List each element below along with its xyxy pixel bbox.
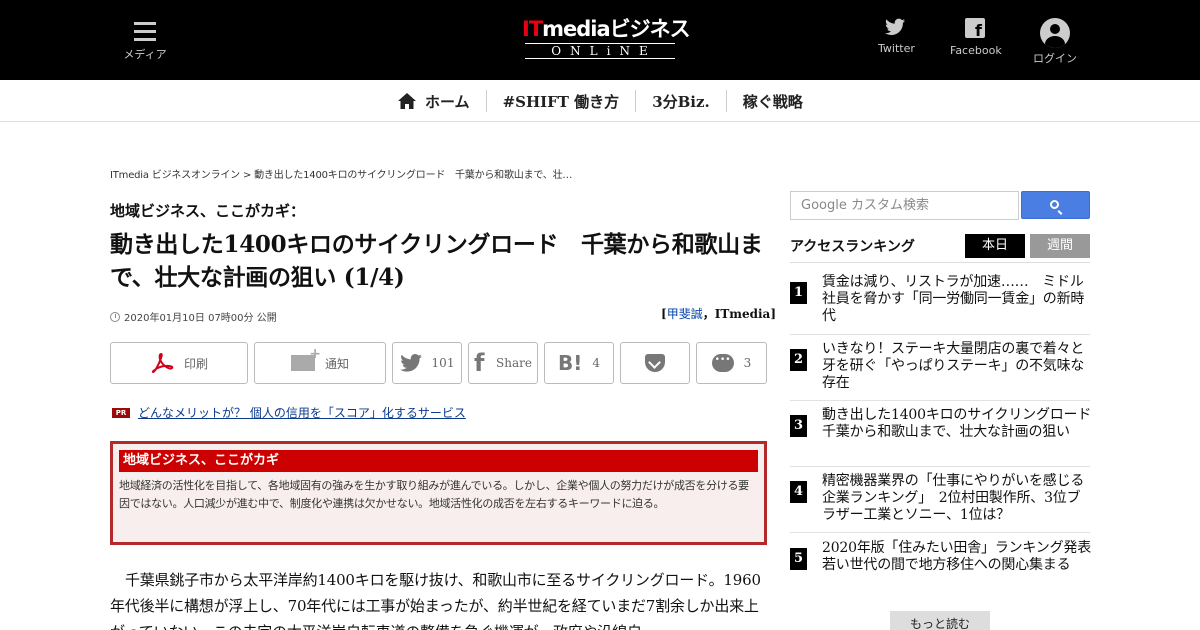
- nav-item-shift[interactable]: #SHIFT 働き方: [485, 90, 636, 112]
- facebook-icon: [965, 18, 985, 40]
- main-nav: ホーム #SHIFT 働き方 3分Biz. 稼ぐ戦略: [0, 80, 1200, 122]
- search-icon: [1050, 200, 1059, 209]
- hatena-bookmark-button[interactable]: B! 4: [544, 342, 614, 384]
- notify-mail-icon: [290, 346, 321, 371]
- ranking-number: 4: [790, 481, 807, 503]
- print-label: 印刷: [183, 356, 208, 371]
- ranking-item[interactable]: 3 動き出した1400キロのサイクリングロード 千葉から和歌山まで、壮大な計画の…: [790, 407, 1105, 463]
- nav-shift-label: #SHIFT 働き方: [502, 92, 620, 111]
- nav-item-3minbiz[interactable]: 3分Biz.: [635, 90, 726, 112]
- publish-date-text: 2020年01月10日 07時00分 公開: [124, 313, 277, 324]
- author-rest: ，ITmedia]: [702, 307, 776, 321]
- facebook-share-label: Share: [496, 356, 532, 370]
- ranking-separator: [790, 532, 1090, 533]
- twitter-link[interactable]: Twitter: [878, 18, 915, 55]
- login-button[interactable]: ログイン: [1030, 18, 1080, 66]
- ranking-title: アクセスランキング: [790, 239, 915, 255]
- comment-count: 3: [743, 356, 752, 370]
- tab-weekly[interactable]: 週間: [1030, 234, 1090, 258]
- ranking-item[interactable]: 4 精密機器業界の「仕事にやりがいを感じる企業ランキング」 2位村田製作所、3位…: [790, 473, 1090, 529]
- twitter-label: Twitter: [878, 42, 915, 55]
- hamburger-menu-icon: [134, 22, 156, 42]
- logo-media-text: mediaビジネス: [542, 17, 691, 41]
- article-body-paragraph: 千葉県銚子市から太平洋岸約1400キロを駆け抜け、和歌山市に至るサイクリングロー…: [110, 571, 761, 630]
- notify-button[interactable]: 通知: [254, 342, 386, 384]
- search-button[interactable]: [1021, 191, 1090, 219]
- facebook-share-icon: f: [474, 349, 485, 377]
- ranking-number: 3: [790, 415, 807, 437]
- print-button[interactable]: 印刷: [110, 342, 248, 384]
- nav-item-home[interactable]: ホーム: [398, 90, 486, 112]
- ranking-item-title: いきなり！ステーキ大量閉店の裏で着々と牙を研ぐ「やっぱりステーキ」の不気味な存在: [822, 341, 1085, 391]
- menu-button[interactable]: メディア: [120, 20, 170, 62]
- search-input[interactable]: Google カスタム検索: [790, 191, 1019, 220]
- pr-link[interactable]: どんなメリットが？ 個人の信用を「スコア」化するサービス: [138, 404, 466, 421]
- pdf-icon: [150, 352, 174, 374]
- ranking-item[interactable]: 5 2020年版「住みたい田舎」ランキング発表 若い世代の間で地方移住への関心集…: [790, 540, 1105, 596]
- ranking-item-title: 動き出した1400キロのサイクリングロード 千葉から和歌山まで、壮大な計画の狙い: [822, 407, 1105, 440]
- comment-button[interactable]: 3: [696, 342, 767, 384]
- series-label[interactable]: 地域ビジネス、ここがカギ：: [110, 200, 305, 221]
- series-box-body: 地域経済の活性化を目指して、各地域固有の強みを生かす取り組みが進んでいる。しかし…: [119, 479, 749, 510]
- twitter-share-count: 101: [431, 356, 455, 370]
- ranking-separator: [790, 466, 1090, 467]
- pocket-button[interactable]: [620, 342, 690, 384]
- top-header-bar: メディア ITmediaビジネス ONLiNE Twitter Facebook…: [0, 0, 1200, 80]
- tab-today[interactable]: 本日: [965, 234, 1025, 258]
- series-box-title: 地域ビジネス、ここがカギ: [119, 450, 758, 472]
- pocket-icon: [645, 354, 665, 372]
- ranking-number: 5: [790, 548, 807, 570]
- ranking-separator: [790, 400, 1090, 401]
- notify-label: 通知: [324, 356, 349, 371]
- nav-3minbiz-label: 3分Biz.: [652, 92, 710, 111]
- hatena-bookmark-icon: B!: [557, 351, 583, 375]
- ranking-item[interactable]: 1 賃金は減り、リストラが加速…… ミドル社員を脅かす「同一労働同一賃金」の新時…: [790, 274, 1090, 330]
- ranking-item-title: 2020年版「住みたい田舎」ランキング発表 若い世代の間で地方移住への関心集まる: [822, 540, 1105, 573]
- ranking-item[interactable]: 2 いきなり！ステーキ大量閉店の裏で着々と牙を研ぐ「やっぱりステーキ」の不気味な…: [790, 341, 1090, 397]
- author-byline: [甲斐誠，ITmedia]: [661, 305, 776, 322]
- twitter-share-icon: [399, 354, 422, 372]
- nav-home-label: ホーム: [425, 92, 470, 111]
- nav-strategy-label: 稼ぐ戦略: [742, 92, 803, 111]
- more-button[interactable]: もっと読む: [890, 611, 990, 630]
- facebook-share-button[interactable]: f Share: [468, 342, 538, 384]
- facebook-link[interactable]: Facebook: [950, 18, 1002, 57]
- twitter-share-button[interactable]: 101: [392, 342, 462, 384]
- user-avatar-icon: [1040, 18, 1070, 48]
- ranking-number: 2: [790, 349, 807, 371]
- breadcrumb[interactable]: ITmedia ビジネスオンライン > 動き出した1400キロのサイクリングロー…: [110, 166, 572, 181]
- menu-label: メディア: [123, 48, 167, 61]
- logo-online-text: ONLiNE: [525, 43, 675, 59]
- series-info-box: 地域ビジネス、ここがカギ 地域経済の活性化を目指して、各地域固有の強みを生かす取…: [110, 441, 767, 545]
- clock-icon: [110, 311, 120, 322]
- pr-badge: PR: [112, 407, 130, 418]
- site-logo[interactable]: ITmediaビジネス ONLiNE: [522, 16, 691, 59]
- ranking-item-title: 賃金は減り、リストラが加速…… ミドル社員を脅かす「同一労働同一賃金」の新時代: [822, 274, 1085, 324]
- twitter-icon: [885, 18, 905, 36]
- ranking-separator: [790, 334, 1090, 335]
- nav-item-strategy[interactable]: 稼ぐ戦略: [725, 90, 819, 112]
- ranking-divider: [790, 262, 1090, 263]
- publish-date: 2020年01月10日 07時00分 公開: [110, 309, 277, 324]
- article-title: 動き出した1400キロのサイクリングロード 千葉から和歌山まで、壮大な計画の狙い…: [110, 231, 763, 291]
- ranking-number: 1: [790, 282, 807, 304]
- ranking-item-title: 精密機器業界の「仕事にやりがいを感じる企業ランキング」 2位村田製作所、3位ブラ…: [822, 473, 1085, 523]
- facebook-label: Facebook: [950, 44, 1002, 57]
- home-icon: [398, 93, 416, 109]
- pr-link-row: PR どんなメリットが？ 個人の信用を「スコア」化するサービス: [112, 404, 466, 421]
- comment-icon: [711, 354, 734, 372]
- author-link[interactable]: 甲斐誠: [667, 307, 703, 321]
- login-label: ログイン: [1033, 52, 1077, 65]
- hatena-count: 4: [592, 356, 600, 370]
- logo-it-text: IT: [522, 17, 543, 41]
